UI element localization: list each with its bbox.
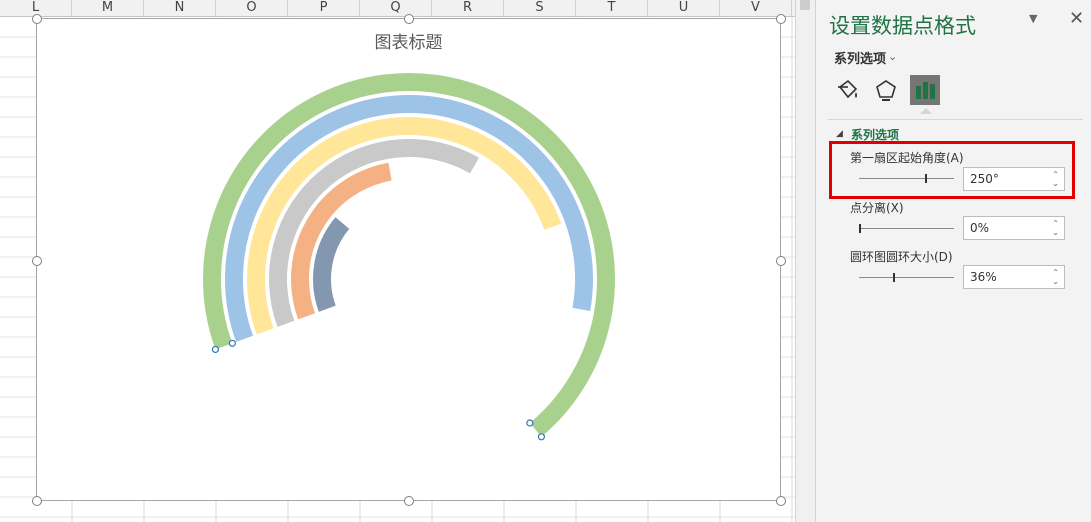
series-options-dropdown[interactable]: 系列选项 <box>834 48 886 67</box>
spin-up-icon[interactable]: ⌃ <box>1052 171 1059 179</box>
spin-down-icon[interactable]: ⌄ <box>1052 180 1059 188</box>
pane-title: 设置数据点格式 <box>829 14 976 38</box>
first-slice-angle-value: 250° <box>970 172 999 186</box>
vertical-scrollbar[interactable] <box>795 0 815 522</box>
column-header-n[interactable]: N <box>144 0 216 16</box>
pane-divider <box>828 119 1083 120</box>
resize-handle[interactable] <box>404 14 414 24</box>
doughnut-hole-size-value: 36% <box>970 270 997 284</box>
column-header-p[interactable]: P <box>288 0 360 16</box>
doughnut-hole-size-slider-thumb[interactable] <box>893 273 896 282</box>
doughnut-hole-size-label: 圆环图圆环大小(D) <box>850 250 953 264</box>
collapse-triangle-icon[interactable]: ◢ <box>836 129 843 139</box>
first-slice-angle-slider-thumb[interactable] <box>924 174 927 183</box>
selection-point-handle[interactable] <box>526 419 534 427</box>
spin-down-icon[interactable]: ⌄ <box>1052 278 1059 286</box>
resize-handle[interactable] <box>404 496 414 506</box>
section-title[interactable]: 系列选项 <box>851 126 899 143</box>
column-header-q[interactable]: Q <box>360 0 432 16</box>
selection-point-handle[interactable] <box>228 339 236 347</box>
doughnut-hole-size-input[interactable]: 36% ⌃ ⌄ <box>963 265 1065 289</box>
scroll-thumb[interactable] <box>800 0 810 10</box>
selection-point-handle[interactable] <box>211 345 220 354</box>
resize-handle[interactable] <box>32 496 42 506</box>
series-options-icon[interactable] <box>910 75 940 105</box>
column-header-m[interactable]: M <box>72 0 144 16</box>
resize-handle[interactable] <box>32 256 42 266</box>
selection-point-handle[interactable] <box>537 433 546 441</box>
column-header-t[interactable]: T <box>576 0 648 16</box>
point-explosion-input[interactable]: 0% ⌃ ⌄ <box>963 216 1065 240</box>
column-header-o[interactable]: O <box>216 0 288 16</box>
point-explosion-slider[interactable] <box>859 228 954 229</box>
column-header-u[interactable]: U <box>648 0 720 16</box>
column-header-r[interactable]: R <box>432 0 504 16</box>
resize-handle[interactable] <box>776 256 786 266</box>
column-header-bar: LMNOPQRSTUV <box>0 0 795 17</box>
spin-up-icon[interactable]: ⌃ <box>1052 220 1059 228</box>
active-tab-indicator <box>920 108 932 114</box>
effects-icon[interactable] <box>871 75 901 105</box>
spin-up-icon[interactable]: ⌃ <box>1052 269 1059 277</box>
resize-handle[interactable] <box>776 14 786 24</box>
fill-line-icon[interactable] <box>832 75 862 105</box>
doughnut-chart[interactable] <box>37 19 782 502</box>
first-slice-angle-input[interactable]: 250° ⌃ ⌄ <box>963 167 1065 191</box>
close-icon[interactable]: ✕ <box>1069 8 1084 29</box>
spin-down-icon[interactable]: ⌄ <box>1052 229 1059 237</box>
doughnut-hole-size-slider[interactable] <box>859 277 954 278</box>
point-explosion-value: 0% <box>970 221 990 235</box>
chart-area[interactable]: 图表标题 <box>32 14 786 506</box>
doughnut-ring-6[interactable] <box>313 217 350 312</box>
format-data-point-pane: 设置数据点格式 ▼ ✕ 系列选项 ⌄ ◢ 系列选项 第一扇区起始角度(A) 25… <box>815 0 1091 522</box>
spreadsheet-area[interactable]: LMNOPQRSTUV 图表标题 <box>0 0 795 522</box>
column-header-s[interactable]: S <box>504 0 576 16</box>
resize-handle[interactable] <box>32 14 42 24</box>
chevron-down-icon[interactable]: ⌄ <box>888 50 897 63</box>
point-explosion-slider-thumb[interactable] <box>859 224 861 233</box>
resize-handle[interactable] <box>776 496 786 506</box>
first-slice-angle-label: 第一扇区起始角度(A) <box>850 151 964 165</box>
point-explosion-label: 点分离(X) <box>850 201 904 215</box>
first-slice-angle-slider[interactable] <box>859 178 954 179</box>
pane-options-chevron-icon[interactable]: ▼ <box>1029 12 1037 25</box>
